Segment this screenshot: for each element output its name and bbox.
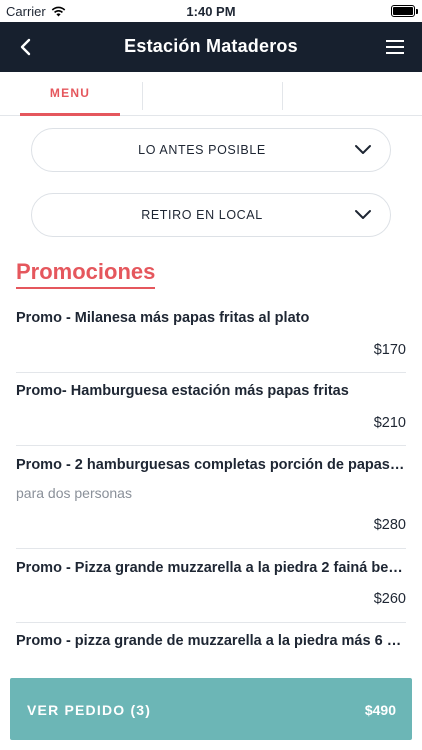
item-divider: [16, 622, 406, 623]
menu-item-name: Promo- Hamburguesa estación más papas fr…: [16, 383, 349, 399]
delivery-selector-label: RETIRO EN LOCAL: [141, 208, 263, 222]
menu-item-name: Promo - Pizza grande muzzarella a la pie…: [16, 560, 406, 576]
menu-item[interactable]: Promo - Milanesa más papas fritas al pla…: [16, 310, 406, 358]
page-title: Estación Mataderos: [124, 36, 298, 56]
delivery-selector[interactable]: RETIRO EN LOCAL: [31, 193, 391, 237]
order-total: $490: [364, 702, 396, 718]
menu-item-price: $260: [373, 591, 406, 607]
status-time: 1:40 PM: [186, 4, 236, 19]
menu-item[interactable]: Promo- Hamburguesa estación más papas fr…: [16, 383, 406, 431]
menu-item-name: Promo - pizza grande de muzzarella a la …: [16, 633, 406, 649]
item-divider: [16, 372, 406, 373]
time-selector[interactable]: LO ANTES POSIBLE: [31, 128, 391, 172]
menu-item-name: Promo - Milanesa más papas fritas al pla…: [16, 310, 310, 326]
chevron-down-icon: [355, 210, 371, 219]
view-order-button[interactable]: VER PEDIDO (3) $490: [10, 678, 412, 740]
menu-item-price: $210: [373, 415, 406, 431]
view-order-label: VER PEDIDO (3): [27, 702, 152, 718]
status-bar: Carrier 1:40 PM: [0, 0, 422, 22]
chevron-down-icon: [355, 145, 371, 154]
tab-menu[interactable]: MENU: [20, 72, 120, 116]
tab-active-indicator: [20, 113, 120, 116]
menu-item[interactable]: Promo - Pizza grande muzzarella a la pie…: [16, 560, 406, 607]
menu-item[interactable]: Promo - 2 hamburguesas completas porción…: [16, 457, 406, 533]
hamburger-menu-icon[interactable]: [384, 36, 406, 58]
section-title: Promociones: [16, 259, 156, 289]
menu-item-price: $170: [373, 342, 406, 358]
navigation-bar: Estación Mataderos: [0, 22, 422, 72]
menu-item-price: $280: [373, 517, 406, 533]
item-divider: [16, 548, 406, 549]
menu-item-name: Promo - 2 hamburguesas completas porción…: [16, 457, 406, 473]
tab-bar: MENU: [0, 72, 422, 116]
tab-empty-2[interactable]: [142, 82, 282, 110]
tab-menu-label: MENU: [49, 86, 91, 100]
battery-icon: [391, 5, 418, 17]
menu-item-description: para dos personas: [16, 485, 132, 501]
item-divider: [16, 445, 406, 446]
tab-empty-3[interactable]: [282, 82, 422, 110]
menu-item[interactable]: Promo - pizza grande de muzzarella a la …: [16, 633, 406, 649]
time-selector-label: LO ANTES POSIBLE: [138, 143, 266, 157]
